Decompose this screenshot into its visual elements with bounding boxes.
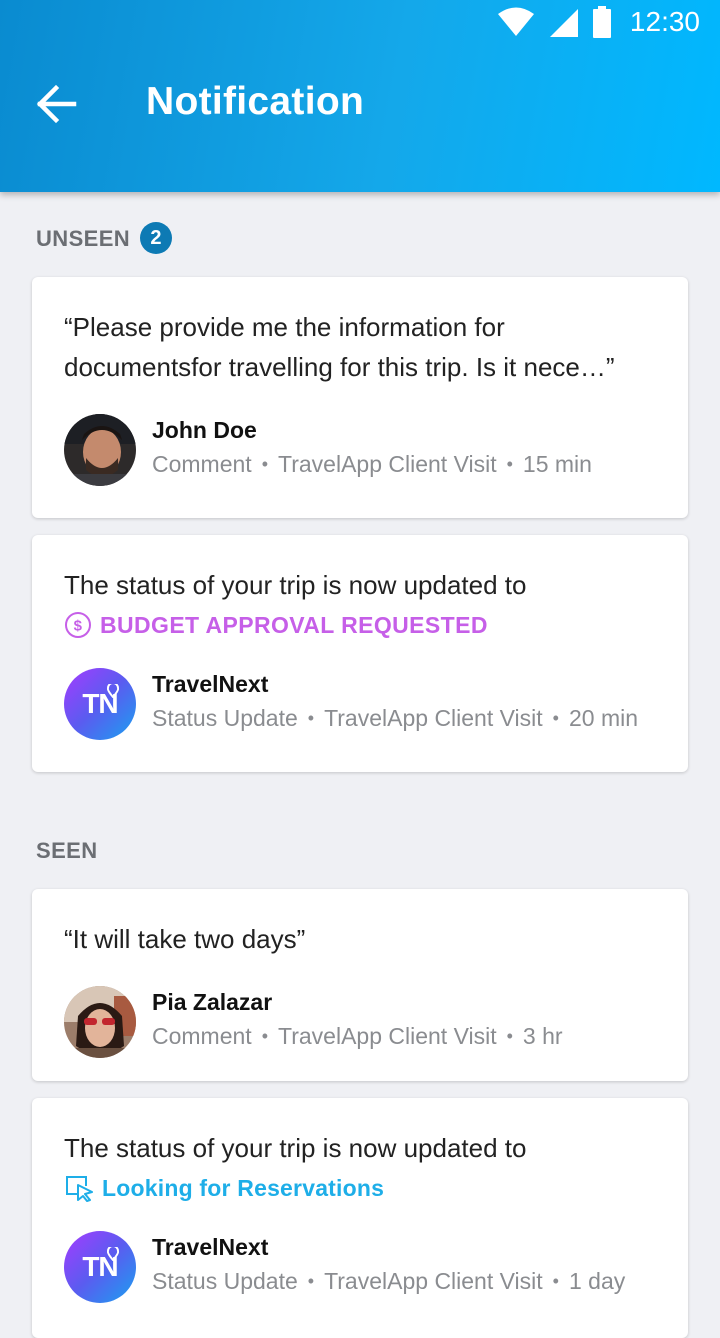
status-bar: 12:30: [0, 0, 720, 48]
notification-text: “It will take two days”: [64, 924, 306, 954]
unseen-label: UNSEEN: [36, 225, 131, 251]
seen-section-label: SEEN: [36, 838, 98, 863]
notification-meta: Comment • TravelApp Client Visit • 3 hr: [152, 1023, 563, 1049]
dollar-icon: $: [65, 612, 91, 638]
unseen-count-badge: 2: [140, 222, 173, 254]
app-header: 12:30 Notification: [0, 0, 720, 192]
cursor-select-icon: [66, 1176, 93, 1202]
notification-card[interactable]: The status of your trip is now updated t…: [32, 1098, 688, 1338]
arrow-left-icon: [36, 84, 77, 124]
back-button[interactable]: [34, 82, 78, 126]
avatar: [64, 414, 136, 486]
trip-status: Looking for Reservations: [64, 1168, 664, 1208]
page-title: Notification: [146, 80, 365, 123]
avatar: [64, 986, 136, 1058]
trip-status-label: Looking for Reservations: [102, 1175, 385, 1201]
notification-card[interactable]: “It will take two days” Pia Zalazar Comm…: [32, 889, 688, 1081]
notification-author: John Doe Comment • TravelApp Client Visit •…: [64, 414, 592, 486]
signal-icon: [549, 9, 578, 37]
wifi-icon: [497, 7, 534, 36]
author-name: TravelNext: [152, 671, 269, 697]
notification-card[interactable]: The status of your trip is now updated t…: [32, 535, 688, 772]
notification-content: The status of your trip is now updated t…: [64, 565, 664, 645]
author-name: Pia Zalazar: [152, 989, 273, 1015]
notification-content: The status of your trip is now updated t…: [64, 1128, 664, 1208]
trip-status-label: BUDGET APPROVAL REQUESTED: [100, 612, 488, 638]
travelnext-logo: TN: [64, 668, 136, 740]
location-pin-icon: [107, 1247, 119, 1261]
trip-status: $ BUDGET APPROVAL REQUESTED: [64, 605, 664, 645]
travelnext-logo: TN: [64, 1231, 136, 1303]
notification-author: TN TravelNext Status Update • TravelApp Cl…: [64, 668, 638, 740]
clock: 12:30: [629, 6, 700, 37]
notification-author: Pia Zalazar Comment • TravelApp Client Vis…: [64, 986, 563, 1058]
notification-author: TN TravelNext Status Update • TravelApp Cl…: [64, 1231, 625, 1303]
unseen-section-label: UNSEEN 2: [36, 222, 173, 256]
svg-text:$: $: [74, 618, 83, 635]
notification-text: “Please provide me the information for d…: [64, 312, 615, 382]
notification-card[interactable]: “Please provide me the information for d…: [32, 277, 688, 518]
battery-icon: [592, 6, 611, 38]
notification-meta: Status Update • TravelApp Client Visit • 20 …: [152, 705, 639, 731]
notification-text: The status of your trip is now updated t…: [64, 570, 527, 600]
author-name: TravelNext: [152, 1234, 269, 1260]
location-pin-icon: [107, 684, 119, 698]
notification-meta: Status Update • TravelApp Client Visit • 1 d…: [152, 1268, 626, 1294]
notification-text: The status of your trip is now updated t…: [64, 1133, 527, 1163]
author-name: John Doe: [152, 417, 257, 443]
notification-meta: Comment • TravelApp Client Visit • 15 min: [152, 451, 592, 477]
